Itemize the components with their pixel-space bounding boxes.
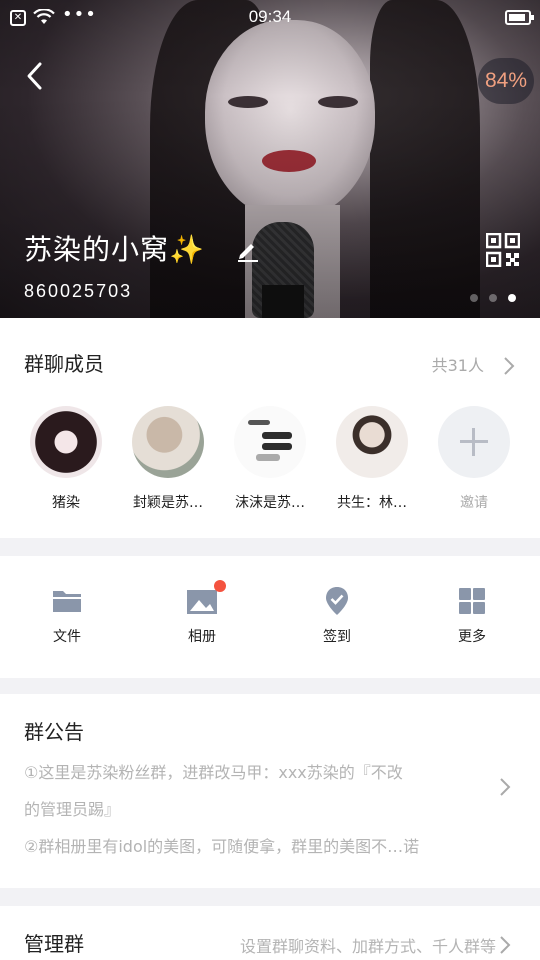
chevron-right-icon[interactable] xyxy=(498,776,512,798)
avatar xyxy=(30,406,102,478)
avatar xyxy=(234,406,306,478)
member-item[interactable]: 沫沫是苏… xyxy=(220,406,320,512)
new-badge-dot xyxy=(214,580,226,592)
members-section: 群聊成员 共31人 猪染 封颖是苏… 沫沫是苏… 共生：林… 邀请 xyxy=(0,318,540,538)
tools-section: 文件 相册 签到 更多 xyxy=(0,556,540,678)
files-button[interactable]: 文件 xyxy=(22,586,112,646)
notice-line: 的管理员踢』 xyxy=(24,800,121,819)
notice-line: ①这里是苏染粉丝群，进群改马甲：xxx苏染的『不改 xyxy=(24,763,403,782)
folder-icon xyxy=(51,586,83,616)
member-name: 封颖是苏… xyxy=(133,495,203,511)
notice-title: 群公告 xyxy=(24,720,84,744)
album-label: 相册 xyxy=(188,629,216,645)
progress-percent-badge[interactable]: 84% xyxy=(478,58,534,104)
edit-name-button[interactable] xyxy=(236,238,260,262)
status-bar: ✕ ••• 09:34 xyxy=(0,0,540,36)
plus-icon xyxy=(460,428,488,456)
manage-description: 设置群聊资料、加群方式、千人群等 xyxy=(239,937,496,956)
checkin-button[interactable]: 签到 xyxy=(292,586,382,646)
notice-line: ②群相册里有idol的美图，可随便拿，群里的美图不…诺 xyxy=(24,837,420,856)
group-name: 苏染的小窝✨ xyxy=(24,233,205,266)
avatar xyxy=(132,406,204,478)
pager-dot[interactable] xyxy=(470,294,478,302)
members-title: 群聊成员 xyxy=(24,352,104,376)
member-item[interactable]: 共生：林… xyxy=(322,406,422,512)
grid-icon xyxy=(456,586,488,616)
avatar xyxy=(336,406,408,478)
pager-dot-active[interactable] xyxy=(508,294,516,302)
member-name: 共生：林… xyxy=(337,495,407,511)
pager-dot[interactable] xyxy=(489,294,497,302)
checkin-icon xyxy=(321,586,353,616)
member-item[interactable]: 封颖是苏… xyxy=(118,406,218,512)
back-arrow-icon xyxy=(27,62,42,90)
album-icon xyxy=(186,580,226,616)
more-button[interactable]: 更多 xyxy=(427,586,517,646)
battery-icon xyxy=(505,10,534,25)
cover-pager xyxy=(470,294,516,302)
notice-text: ①这里是苏染粉丝群，进群改马甲：xxx苏染的『不改 的管理员踢』 ②群相册里有i… xyxy=(24,754,490,865)
more-label: 更多 xyxy=(458,629,486,645)
files-label: 文件 xyxy=(53,629,81,645)
chevron-right-icon[interactable] xyxy=(502,355,516,377)
checkin-label: 签到 xyxy=(323,629,351,645)
qr-code-button[interactable] xyxy=(485,232,521,268)
member-item[interactable]: 猪染 xyxy=(16,406,116,512)
manage-title: 管理群 xyxy=(24,932,84,956)
notice-section[interactable]: 群公告 ①这里是苏染粉丝群，进群改马甲：xxx苏染的『不改 的管理员踢』 ②群相… xyxy=(0,694,540,888)
manage-group-section[interactable]: 管理群 设置群聊资料、加群方式、千人群等 xyxy=(0,906,540,960)
invite-avatar xyxy=(438,406,510,478)
album-button[interactable]: 相册 xyxy=(157,580,247,646)
cover-shade xyxy=(0,0,540,318)
pencil-icon xyxy=(238,244,258,262)
back-button[interactable] xyxy=(22,58,52,94)
member-name: 猪染 xyxy=(52,495,80,511)
invite-member-button[interactable]: 邀请 xyxy=(424,406,524,512)
group-header-cover: ✕ ••• 09:34 84% 苏染的小窝✨ 860025703 xyxy=(0,0,540,318)
invite-label: 邀请 xyxy=(460,495,488,511)
group-id: 860025703 xyxy=(24,281,133,301)
qr-code-icon xyxy=(485,232,521,268)
member-name: 沫沫是苏… xyxy=(235,495,305,511)
status-time: 09:34 xyxy=(248,7,292,26)
chevron-right-icon[interactable] xyxy=(498,934,512,956)
members-count[interactable]: 共31人 xyxy=(432,352,484,376)
